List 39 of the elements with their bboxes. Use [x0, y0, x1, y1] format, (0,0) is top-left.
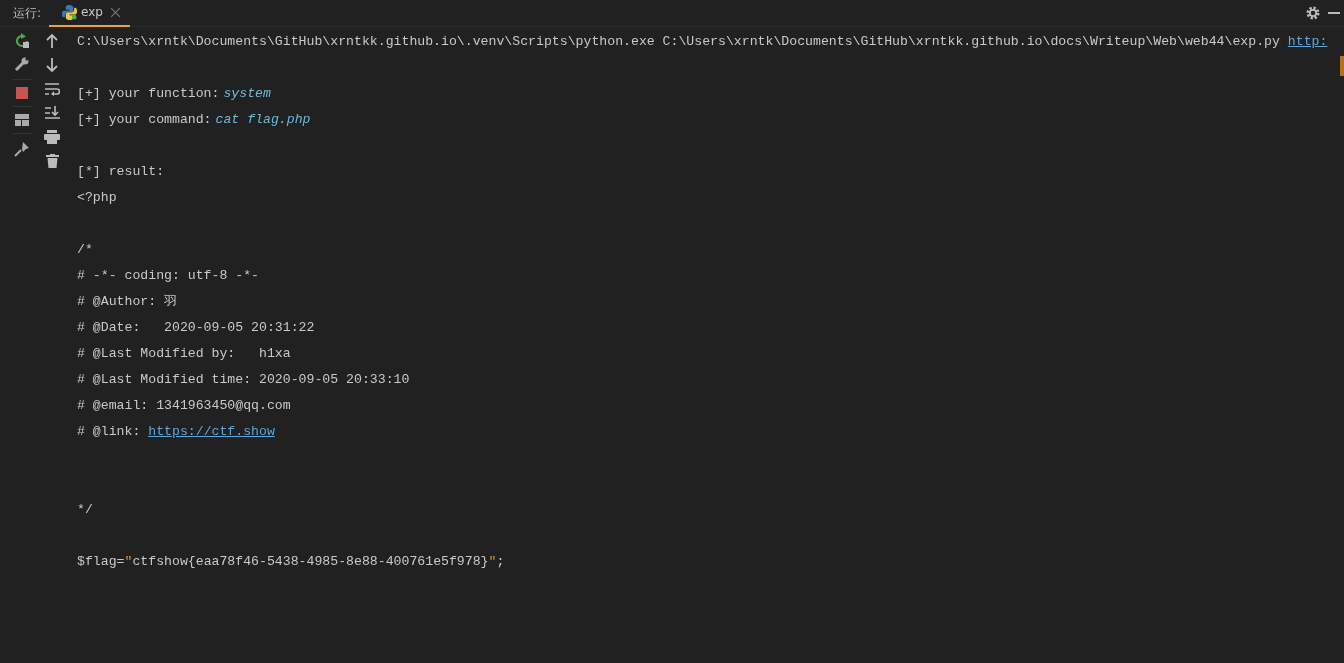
layout-icon[interactable] — [15, 114, 29, 126]
rerun-icon[interactable] — [14, 33, 30, 49]
wrench-icon[interactable] — [14, 56, 30, 72]
arrow-down-icon[interactable] — [46, 58, 58, 73]
console-text: [*] result: — [77, 163, 165, 181]
console-text: # @Last Modified by: h1xa — [77, 345, 291, 363]
console-text: [+] your function: — [77, 85, 220, 103]
arrow-up-icon[interactable] — [46, 33, 58, 48]
settings-icon[interactable] — [1306, 6, 1320, 20]
console-text: C:\Users\xrntk\Documents\GitHub\xrntkk.github.io\.venv\Scripts\python.exe C:\Users\xrntk\Documents\GitHub\xrntkk.github.io\docs\Writeup\Web\web44\exp.py — [77, 33, 1281, 51]
console-text: # @Last Modified time: 2020-09-05 20:33:10 — [77, 371, 410, 389]
scroll-to-end-icon[interactable] — [44, 106, 60, 120]
console-link[interactable]: https://ctf.show — [148, 419, 275, 445]
console-text: # @email: 1341963450@qq.com — [77, 397, 291, 415]
run-label: 运行: — [13, 5, 42, 22]
console-text: [+] your command: — [77, 111, 212, 129]
pin-icon[interactable] — [14, 141, 30, 157]
console-text: # @Author: 羽 — [77, 293, 178, 311]
scrollbar-marker — [1340, 56, 1344, 76]
console-value: cat flag.php — [215, 111, 311, 129]
console-text: # @Date: 2020-09-05 20:31:22 — [77, 319, 315, 337]
close-icon[interactable] — [110, 7, 120, 17]
quote-mark: " — [488, 553, 497, 571]
console-text: */ — [77, 501, 93, 519]
print-icon[interactable] — [44, 130, 60, 144]
trash-icon[interactable] — [45, 154, 59, 168]
console-text: /* — [77, 241, 93, 259]
console-text: $flag= — [77, 553, 125, 571]
console-text: # -*- coding: utf-8 -*- — [77, 267, 260, 285]
console-link[interactable]: http: — [1287, 29, 1328, 55]
wrap-icon[interactable] — [44, 83, 60, 96]
console-text: # @link: — [77, 423, 142, 441]
console-text: <?php — [77, 189, 117, 207]
console-text: ctfshow{eaa78f46-5438-4985-8e88-400761e5f978} — [132, 553, 489, 571]
quote-mark: " — [124, 553, 133, 571]
run-tab[interactable]: exp — [49, 0, 130, 27]
console-value: system — [223, 85, 271, 103]
python-icon — [62, 4, 78, 20]
console-text: ; — [496, 553, 505, 571]
